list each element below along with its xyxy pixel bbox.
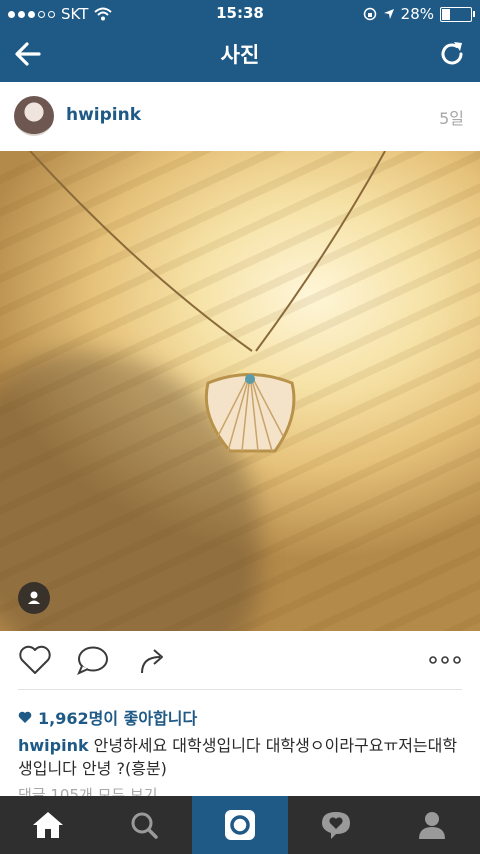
person-icon bbox=[28, 591, 40, 604]
status-right: 28% bbox=[363, 5, 475, 23]
caption: hwipink 안녕하세요 대학생입니다 대학생ㅇ이라구요ㅠ저는대학생입니다 안녕… bbox=[18, 734, 468, 780]
post-username[interactable]: hwipink bbox=[66, 105, 141, 125]
post-age: 5일 bbox=[439, 109, 464, 128]
likes-text: 1,962명이 좋아합니다 bbox=[38, 709, 198, 728]
divider bbox=[18, 689, 462, 690]
activity-heart-icon bbox=[322, 812, 350, 839]
home-icon bbox=[33, 812, 63, 838]
post-header: hwipink 5일 bbox=[0, 82, 480, 150]
refresh-icon[interactable] bbox=[436, 38, 468, 70]
search-icon bbox=[131, 812, 158, 839]
location-icon bbox=[383, 9, 394, 19]
share-arrow-icon[interactable] bbox=[136, 645, 170, 675]
tab-home[interactable] bbox=[0, 796, 96, 854]
post-photo[interactable] bbox=[0, 151, 480, 631]
battery-percent: 28% bbox=[400, 5, 434, 23]
rotation-lock-icon bbox=[363, 7, 376, 21]
camera-icon bbox=[225, 810, 255, 840]
avatar[interactable] bbox=[14, 96, 54, 136]
post-actions bbox=[0, 631, 480, 689]
tab-bar bbox=[0, 796, 480, 854]
tab-search[interactable] bbox=[96, 796, 192, 854]
heart-icon[interactable] bbox=[18, 645, 52, 675]
nav-bar: 사진 bbox=[0, 26, 480, 82]
page-title: 사진 bbox=[220, 43, 260, 67]
tagged-user-icon[interactable] bbox=[18, 582, 50, 614]
necklace-pendant bbox=[29, 151, 386, 453]
tab-activity[interactable] bbox=[288, 796, 384, 854]
profile-icon bbox=[419, 812, 445, 839]
tab-profile[interactable] bbox=[384, 796, 480, 854]
status-bar: SKT 15:38 28% bbox=[0, 0, 480, 26]
caption-username[interactable]: hwipink bbox=[18, 736, 89, 755]
comment-icon[interactable] bbox=[76, 645, 110, 675]
likes-count[interactable]: 1,962명이 좋아합니다 bbox=[18, 705, 197, 729]
heart-small-icon bbox=[18, 711, 32, 723]
more-icon[interactable] bbox=[428, 645, 462, 675]
tab-camera[interactable] bbox=[192, 796, 288, 854]
header: SKT 15:38 28% 사진 bbox=[0, 0, 480, 82]
battery-icon bbox=[440, 6, 475, 22]
